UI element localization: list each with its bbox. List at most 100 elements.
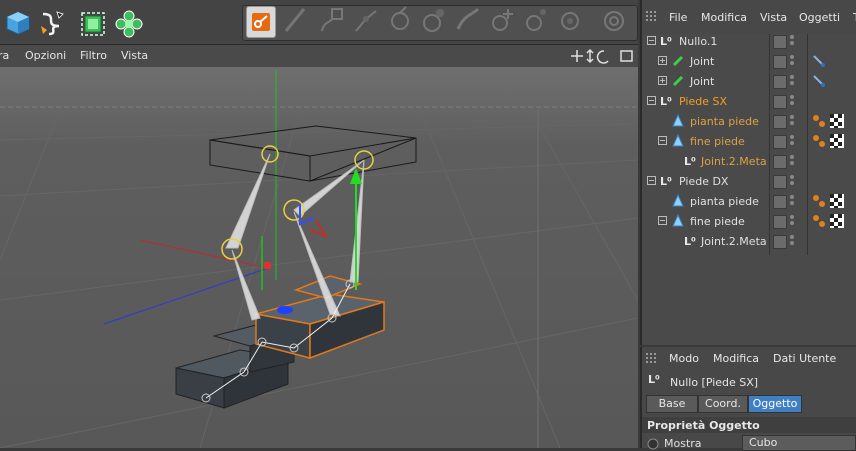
cube-object-button[interactable]: [2, 6, 32, 38]
attr-menu-userdata[interactable]: Dati Utente: [773, 352, 836, 365]
object-label: Piede DX: [679, 175, 729, 188]
visibility-toggle[interactable]: [773, 135, 787, 149]
object-manager-menubar: File Modifica Vista Oggetti T: [642, 0, 856, 34]
render-dots[interactable]: [790, 55, 795, 67]
om-menu-edit[interactable]: Modifica: [701, 11, 747, 24]
null-object-icon: L⁰: [684, 155, 696, 168]
constraint-icon: [492, 9, 513, 31]
visibility-toggle[interactable]: [773, 75, 787, 89]
null-object-icon: L⁰: [660, 175, 672, 188]
muscle-tool-button[interactable]: [454, 5, 484, 39]
constraint-tool-button[interactable]: [488, 5, 518, 39]
render-dots[interactable]: [790, 135, 795, 147]
weight-tool-button[interactable]: [420, 5, 450, 39]
visibility-toggle[interactable]: [773, 35, 787, 49]
brush-tool-button[interactable]: [280, 5, 310, 39]
object-row-pianta-piede[interactable]: pianta piede: [642, 111, 856, 131]
rig-tool-button[interactable]: [318, 5, 348, 39]
weight-tag-icon[interactable]: [812, 114, 826, 128]
viewport-menubar: ra Opzioni Filtro Vista: [0, 45, 638, 67]
3d-viewport[interactable]: [0, 67, 638, 448]
cluster-tool-button[interactable]: [522, 5, 552, 39]
field-label-show: Mostra: [664, 437, 702, 450]
expand-icon[interactable]: [658, 56, 667, 65]
collapse-icon[interactable]: [647, 96, 656, 105]
nurbs-cube-icon: [81, 12, 105, 36]
viewport-menu-filter[interactable]: Filtro: [80, 49, 107, 62]
morph-tool-button[interactable]: [556, 5, 586, 39]
viewport-menu-view[interactable]: Vista: [121, 49, 148, 62]
pose-icon: [604, 11, 624, 31]
object-row-piede-dx[interactable]: L⁰ Piede DX: [642, 171, 856, 191]
visibility-toggle[interactable]: [773, 195, 787, 209]
object-row-joint[interactable]: Joint: [642, 71, 856, 91]
object-row-joint-meta[interactable]: L⁰ Joint.2.Meta: [642, 151, 856, 171]
collapse-icon[interactable]: [658, 216, 667, 225]
visibility-toggle[interactable]: [773, 115, 787, 129]
object-row-joint[interactable]: Joint: [642, 51, 856, 71]
viewport-scene: [0, 70, 638, 448]
render-dots[interactable]: [790, 215, 795, 227]
cloner-button[interactable]: [112, 6, 143, 38]
weight-tag-icon[interactable]: [812, 134, 826, 148]
collapse-icon[interactable]: [658, 136, 667, 145]
expand-icon[interactable]: [658, 76, 667, 85]
zoom-view-icon: [586, 48, 594, 64]
pose-tool-button[interactable]: [600, 5, 630, 39]
visibility-toggle[interactable]: [773, 155, 787, 169]
object-row-fine-piede[interactable]: fine piede: [642, 131, 856, 151]
tab-object[interactable]: Oggetto: [748, 395, 802, 413]
visibility-toggle[interactable]: [773, 215, 787, 229]
tab-base[interactable]: Base: [646, 395, 698, 413]
mograph-cloner-icon: [115, 10, 143, 38]
radio-icon[interactable]: [647, 438, 659, 450]
om-menu-view[interactable]: Vista: [760, 11, 787, 24]
tab-coord[interactable]: Coord.: [698, 395, 748, 413]
nurbs-object-button[interactable]: [76, 6, 106, 38]
render-dots[interactable]: [790, 115, 795, 127]
visibility-toggle[interactable]: [773, 95, 787, 109]
object-row-piede-sx[interactable]: L⁰ Piede SX: [642, 91, 856, 111]
render-dots[interactable]: [790, 195, 795, 207]
spline-pen-button[interactable]: [36, 6, 66, 38]
render-dots[interactable]: [790, 95, 795, 107]
ik-tag-icon[interactable]: [812, 74, 826, 88]
attr-menu-edit[interactable]: Modifica: [713, 352, 759, 365]
collapse-icon[interactable]: [647, 36, 656, 45]
brush-icon: [284, 8, 306, 32]
visibility-toggle[interactable]: [773, 235, 787, 249]
texture-tag-icon[interactable]: [830, 114, 844, 128]
viewport-menu-camera[interactable]: ra: [0, 49, 9, 62]
render-dots[interactable]: [790, 75, 795, 87]
object-row-joint-meta[interactable]: L⁰ Joint.2.Meta: [642, 231, 856, 251]
visibility-toggle[interactable]: [773, 175, 787, 189]
ik-tag-icon[interactable]: [812, 54, 826, 68]
viewport-menu-options[interactable]: Opzioni: [25, 49, 66, 62]
attr-menu-mode[interactable]: Modo: [669, 352, 699, 365]
texture-tag-icon[interactable]: [830, 194, 844, 208]
texture-tag-icon[interactable]: [830, 214, 844, 228]
object-label: pianta piede: [690, 195, 759, 208]
ik-tool-button[interactable]: [352, 5, 382, 39]
om-menu-objects[interactable]: Oggetti: [799, 11, 840, 24]
object-row-fine-piede[interactable]: fine piede: [642, 211, 856, 231]
render-dots[interactable]: [790, 175, 795, 187]
key-icon: [252, 13, 270, 31]
render-dots[interactable]: [790, 235, 795, 247]
collapse-icon[interactable]: [647, 176, 656, 185]
section-title: Proprietà Oggetto: [647, 419, 760, 432]
weight-tag-icon[interactable]: [812, 214, 826, 228]
visibility-toggle[interactable]: [773, 55, 787, 69]
texture-tag-icon[interactable]: [830, 134, 844, 148]
render-dots[interactable]: [790, 35, 795, 47]
key-tool-button[interactable]: [246, 6, 276, 38]
display-dropdown[interactable]: Cubo: [742, 435, 856, 451]
om-menu-file[interactable]: File: [669, 11, 687, 24]
object-row-nullo1[interactable]: L⁰ Nullo.1: [642, 31, 856, 51]
grip-icon: [646, 11, 656, 21]
object-row-pianta-piede[interactable]: pianta piede: [642, 191, 856, 211]
joint-tool-button[interactable]: [386, 5, 416, 39]
object-label: Joint: [690, 75, 715, 88]
weight-tag-icon[interactable]: [812, 194, 826, 208]
render-dots[interactable]: [790, 155, 795, 167]
